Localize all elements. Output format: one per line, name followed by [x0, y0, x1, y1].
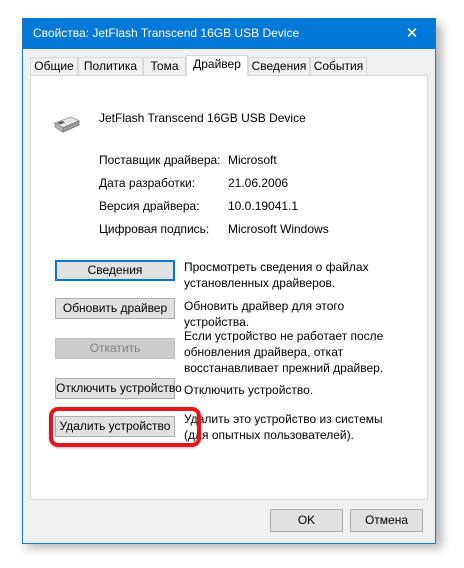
tab-policy[interactable]: Политика	[78, 57, 143, 75]
device-properties-dialog: Свойства: JetFlash Transcend 16GB USB De…	[22, 18, 436, 544]
driver-version-label: Версия драйвера:	[99, 199, 200, 213]
tab-bar: Общие Политика Тома Драйвер Сведения Соб…	[23, 55, 435, 76]
roll-back-driver-button: Откатить	[55, 338, 175, 359]
update-driver-button[interactable]: Обновить драйвер	[55, 298, 175, 319]
driver-details-button[interactable]: Сведения	[55, 260, 175, 281]
roll-back-driver-description: Если устройство не работает после обновл…	[184, 329, 384, 375]
tab-volumes[interactable]: Тома	[143, 57, 186, 75]
uninstall-highlight-frame	[49, 407, 201, 447]
disable-device-button[interactable]: Отключить устройство	[55, 378, 182, 399]
driver-date-value: 21.06.2006	[228, 176, 289, 190]
tab-general[interactable]: Общие	[30, 57, 78, 75]
close-button[interactable]: ✕	[389, 19, 435, 49]
uninstall-device-description: Удалить это устройство из системы (для о…	[184, 412, 383, 442]
update-driver-description: Обновить драйвер для этого устройства.	[184, 299, 345, 329]
window-title: Свойства: JetFlash Transcend 16GB USB De…	[33, 26, 300, 40]
tab-events[interactable]: События	[310, 57, 367, 75]
digital-signer-label: Цифровая подпись:	[99, 222, 210, 236]
driver-version-value: 10.0.19041.1	[228, 199, 299, 213]
driver-date-label: Дата разработки:	[99, 176, 196, 190]
driver-provider-label: Поставщик драйвера:	[99, 153, 221, 167]
close-icon: ✕	[405, 25, 419, 42]
driver-provider-value: Microsoft	[228, 153, 277, 167]
tab-details[interactable]: Сведения	[248, 57, 310, 75]
device-name: JetFlash Transcend 16GB USB Device	[99, 111, 306, 125]
tab-driver[interactable]: Драйвер	[186, 55, 248, 76]
digital-signer-value: Microsoft Windows	[228, 222, 329, 236]
disable-device-description: Отключить устройство.	[184, 383, 314, 397]
cancel-button[interactable]: Отмена	[350, 509, 423, 532]
driver-details-description: Просмотреть сведения о файлах установлен…	[184, 260, 369, 290]
usb-drive-icon	[54, 116, 80, 133]
driver-tab-panel: JetFlash Transcend 16GB USB Device Поста…	[30, 75, 428, 500]
ok-button[interactable]: OK	[270, 509, 343, 532]
title-bar: Свойства: JetFlash Transcend 16GB USB De…	[23, 19, 435, 49]
